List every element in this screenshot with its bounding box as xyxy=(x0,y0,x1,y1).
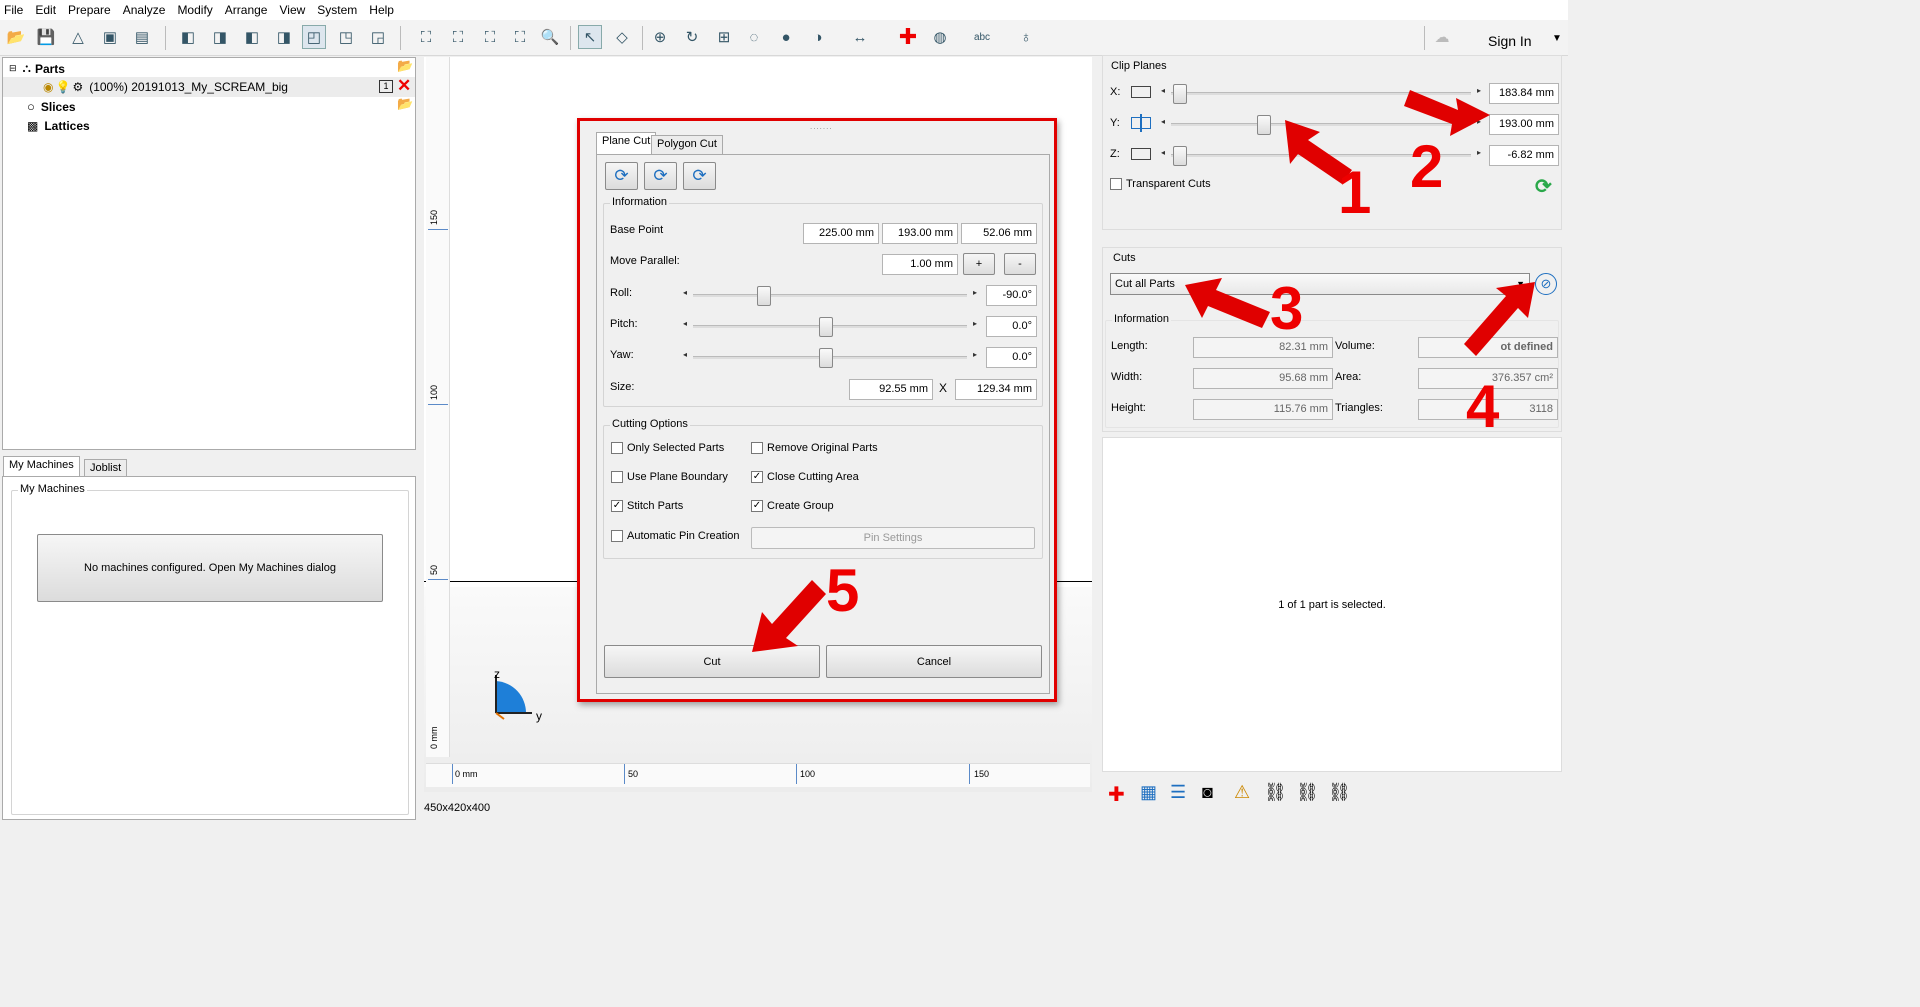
annotation-number-5: 5 xyxy=(826,557,860,624)
annotation-number-4: 4 xyxy=(1466,373,1500,440)
annotation-arrow-3 xyxy=(1185,278,1270,328)
annotation-overlay xyxy=(752,90,1535,652)
annotation-number-2: 2 xyxy=(1410,133,1444,200)
annotation-arrow-5 xyxy=(752,580,826,652)
annotation-arrow-4 xyxy=(1464,282,1535,356)
annotation-number-1: 1 xyxy=(1338,159,1372,226)
annotation-arrow-2 xyxy=(1404,90,1490,136)
annotation-number-3: 3 xyxy=(1270,275,1304,342)
